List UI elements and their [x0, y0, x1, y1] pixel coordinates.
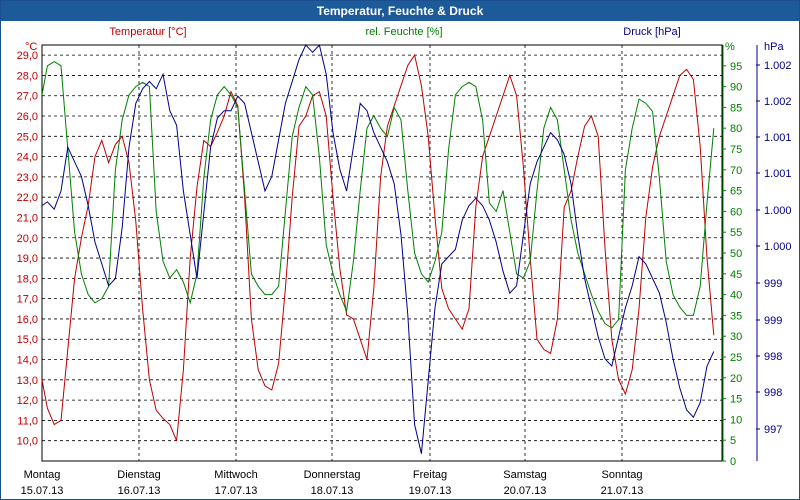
temperature-tick-label: 27,0 — [17, 91, 38, 103]
x-date-label: 19.07.13 — [409, 485, 452, 497]
pressure-tick-label: 1.001 — [764, 168, 792, 180]
temperature-tick-label: 20,0 — [17, 233, 38, 245]
weather-chart: 29,028,027,026,025,024,023,022,021,020,0… — [17, 26, 792, 497]
temperature-tick-label: 17,0 — [17, 294, 38, 306]
temperature-tick-label: 22,0 — [17, 192, 38, 204]
temperature-tick-label: 18,0 — [17, 273, 38, 285]
humidity-tick-label: 60 — [730, 206, 742, 218]
x-axis-labels: Montag 15.07.13 Dienstag 16.07.13 Mittwoch 17… — [21, 469, 644, 497]
humidity-tick-label: 50 — [730, 248, 742, 260]
x-date-label: 15.07.13 — [21, 485, 64, 497]
legend-pressure: Druck [hPa] — [623, 26, 680, 38]
pressure-tick-label: 1.002 — [764, 96, 792, 108]
pressure-tick-label: 1.001 — [764, 132, 792, 144]
x-date-label: 20.07.13 — [504, 485, 547, 497]
legend-humidity: rel. Feuchte [%] — [365, 26, 442, 38]
temperature-tick-label: 12,0 — [17, 395, 38, 407]
pressure-tick-label: 999 — [764, 278, 782, 290]
humidity-tick-label: 85 — [730, 102, 742, 114]
humidity-tick-label: 80 — [730, 123, 742, 135]
temperature-tick-label: 11,0 — [17, 415, 38, 427]
series-humidity — [41, 61, 715, 329]
temperature-tick-label: 26,0 — [17, 111, 38, 123]
temperature-tick-label: 24,0 — [17, 152, 38, 164]
series-pressure — [41, 43, 715, 454]
humidity-tick-label: 95 — [730, 61, 742, 73]
temperature-tick-label: 10,0 — [17, 436, 38, 448]
humidity-tick-label: 5 — [730, 435, 736, 447]
x-day-label: Montag — [24, 469, 61, 481]
pressure-tick-label: 998 — [764, 351, 782, 363]
pressure-tick-label: 1.000 — [764, 205, 792, 217]
humidity-tick-label: 20 — [730, 373, 742, 385]
temperature-tick-label: 19,0 — [17, 253, 38, 265]
x-day-label: Dienstag — [117, 469, 160, 481]
x-day-label: Sonntag — [602, 469, 643, 481]
temperature-tick-label: 16,0 — [17, 314, 38, 326]
temperature-tick-label: 25,0 — [17, 131, 38, 143]
grid — [41, 44, 723, 462]
pressure-tick-label: 998 — [764, 387, 782, 399]
temperature-tick-label: 21,0 — [17, 212, 38, 224]
x-date-label: 18.07.13 — [311, 485, 354, 497]
pressure-unit: hPa — [764, 41, 784, 53]
temperature-tick-label: 14,0 — [17, 355, 38, 367]
humidity-unit: % — [725, 41, 735, 53]
humidity-tick-label: 70 — [730, 165, 742, 177]
humidity-tick-label: 75 — [730, 144, 742, 156]
humidity-tick-label: 25 — [730, 352, 742, 364]
pressure-tick-label: 997 — [764, 424, 782, 436]
x-day-label: Mittwoch — [214, 469, 257, 481]
x-day-label: Samstag — [503, 469, 546, 481]
humidity-tick-label: 15 — [730, 394, 742, 406]
temperature-tick-label: 23,0 — [17, 172, 38, 184]
plot-frame — [41, 44, 723, 462]
pressure-tick-label: 1.002 — [764, 60, 792, 72]
humidity-tick-label: 65 — [730, 186, 742, 198]
humidity-tick-label: 35 — [730, 310, 742, 322]
x-date-label: 16.07.13 — [118, 485, 161, 497]
temperature-unit: °C — [25, 41, 37, 53]
humidity-tick-label: 0 — [730, 456, 736, 468]
humidity-tick-label: 45 — [730, 269, 742, 281]
x-date-label: 21.07.13 — [601, 485, 644, 497]
humidity-tick-label: 90 — [730, 82, 742, 94]
legend-temperature: Temperatur [°C] — [109, 26, 186, 38]
temperature-tick-label: 13,0 — [17, 375, 38, 387]
axis-labels: 29,028,027,026,025,024,023,022,021,020,0… — [17, 45, 792, 468]
x-date-label: 17.07.13 — [215, 485, 258, 497]
temperature-tick-label: 28,0 — [17, 70, 38, 82]
humidity-tick-label: 55 — [730, 227, 742, 239]
humidity-tick-label: 10 — [730, 414, 742, 426]
humidity-tick-label: 30 — [730, 331, 742, 343]
pressure-tick-label: 1.000 — [764, 241, 792, 253]
x-day-label: Freitag — [413, 469, 447, 481]
temperature-tick-label: 15,0 — [17, 334, 38, 346]
pressure-tick-label: 999 — [764, 315, 782, 327]
series-lines — [41, 43, 715, 454]
x-day-label: Donnerstag — [304, 469, 361, 481]
humidity-tick-label: 40 — [730, 290, 742, 302]
series-temperature — [41, 53, 715, 441]
